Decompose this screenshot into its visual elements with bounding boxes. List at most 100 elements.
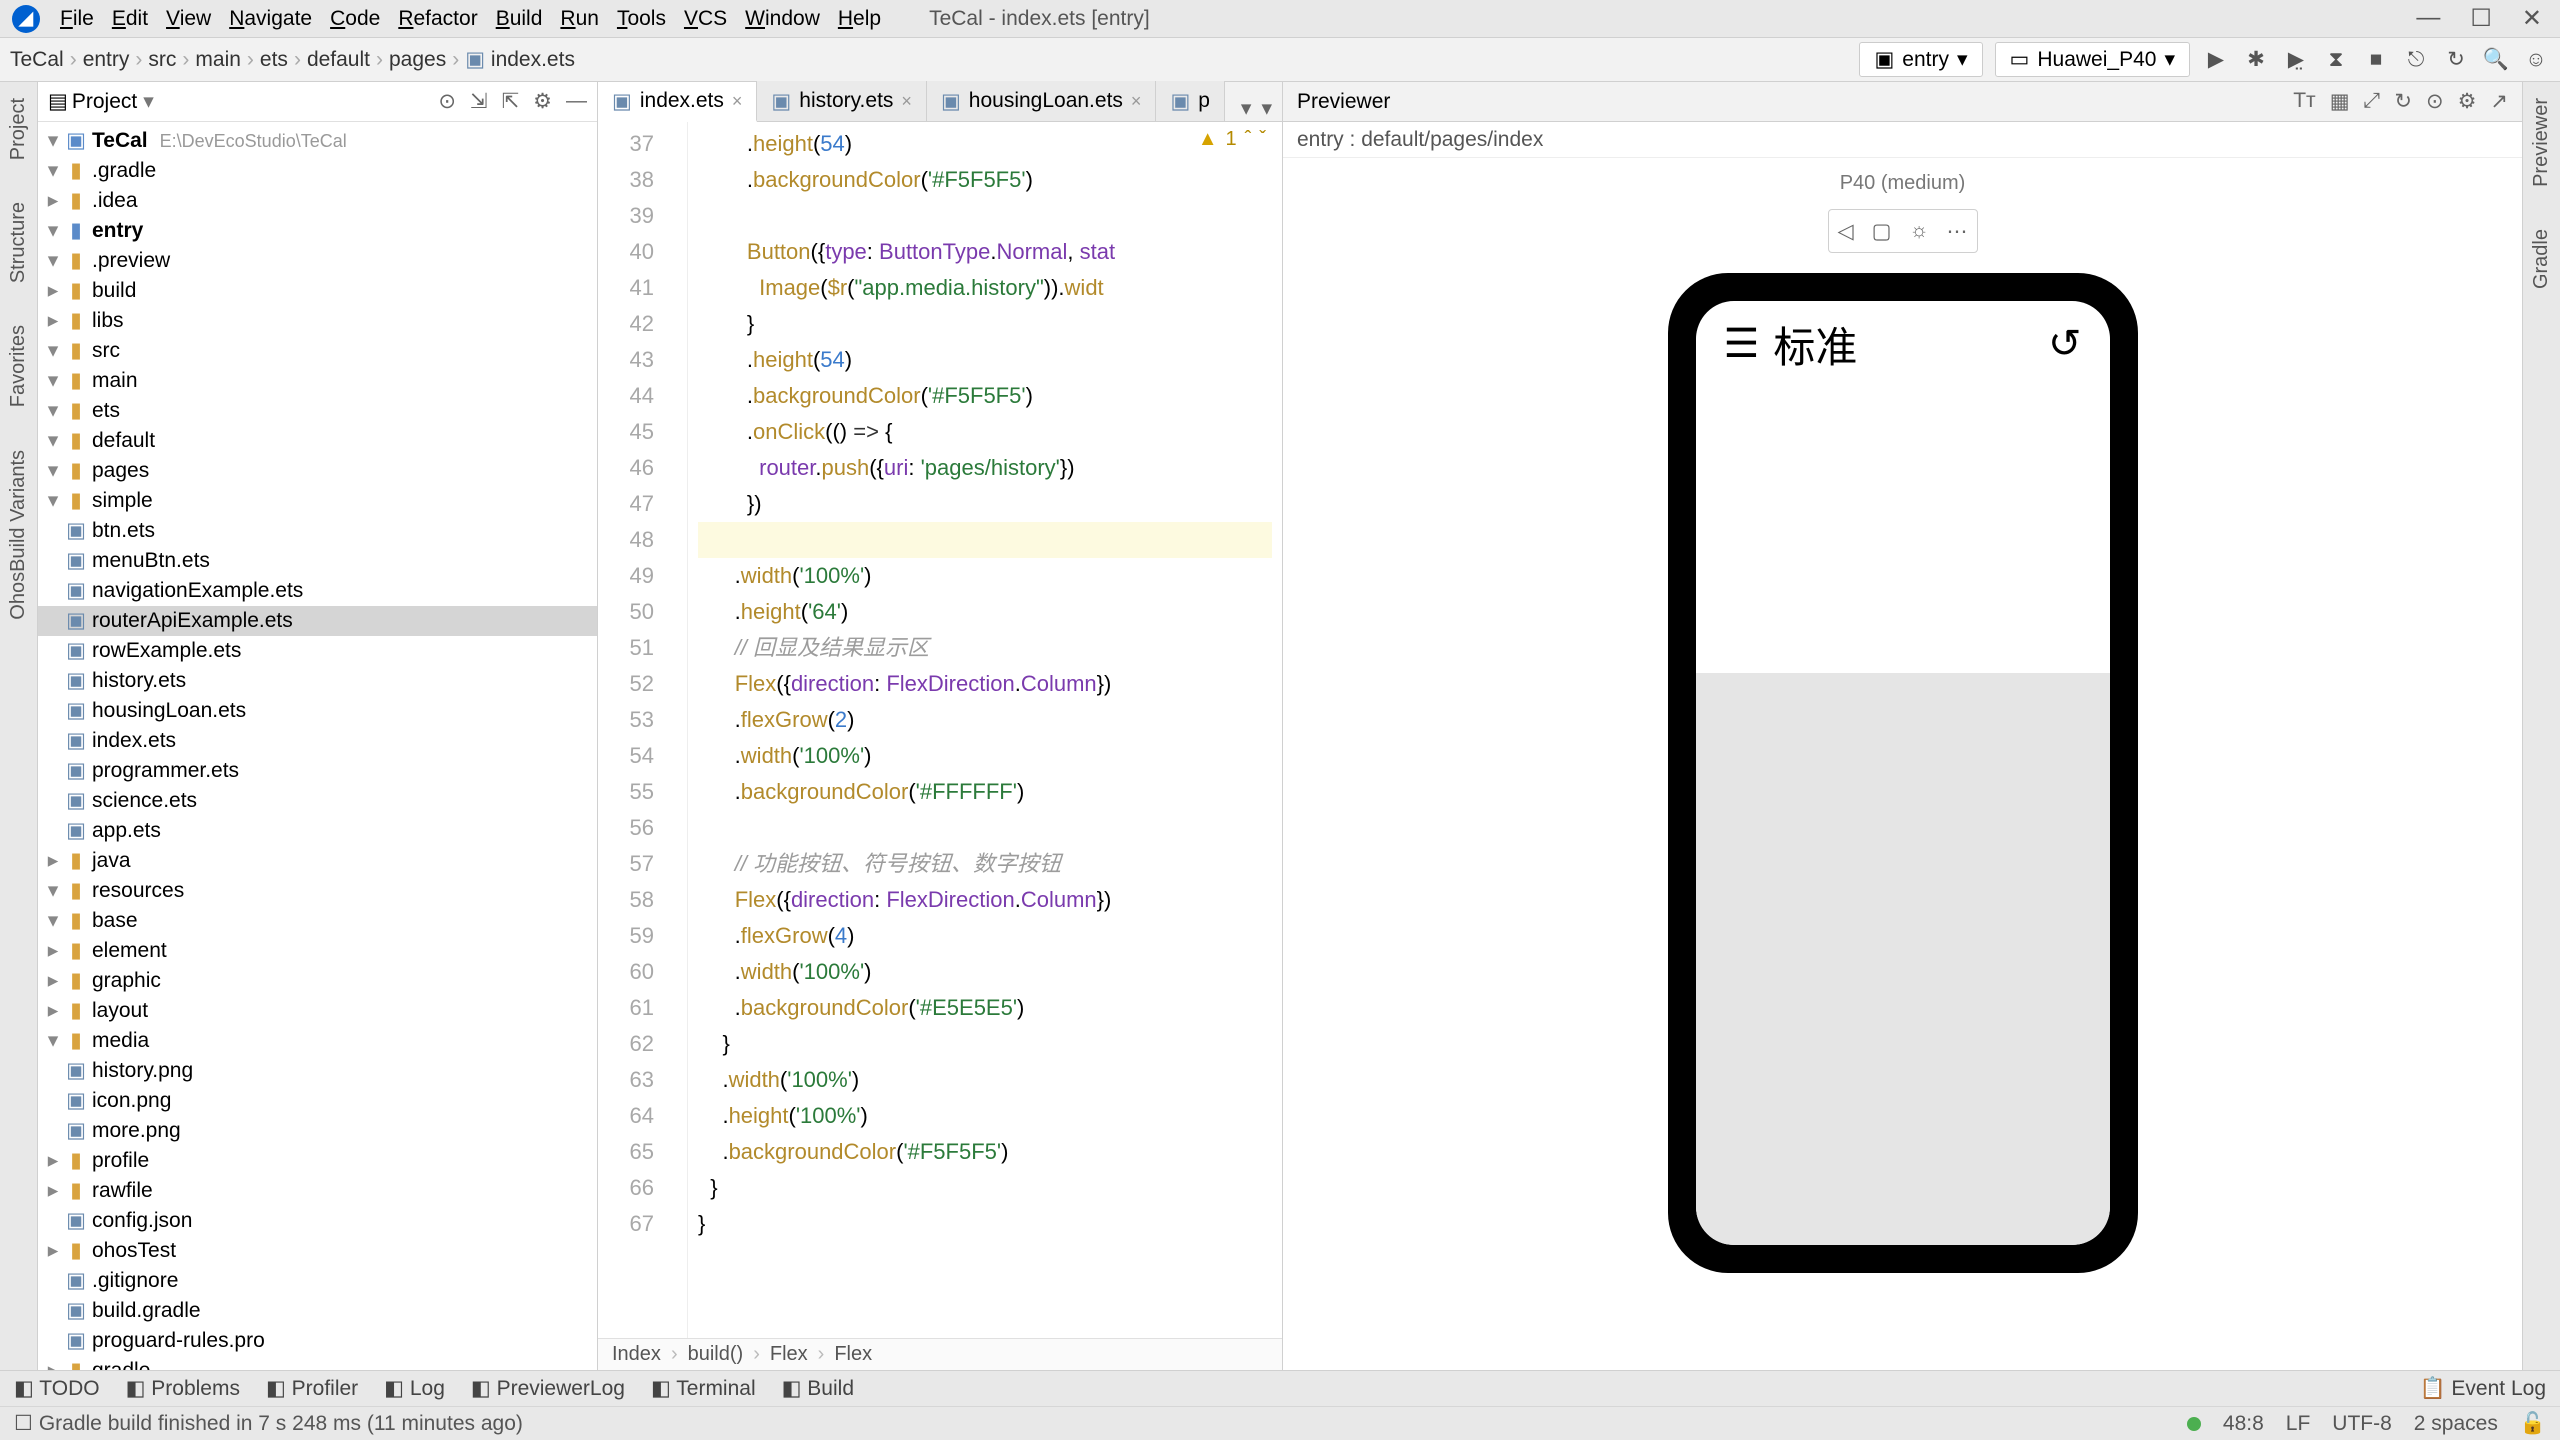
tree-file[interactable]: ▣routerApiExample.ets	[38, 606, 597, 636]
popout-icon[interactable]: ↗	[2490, 89, 2508, 114]
expand-icon[interactable]: ⤢	[2364, 89, 2381, 114]
back-icon[interactable]: ◁	[1837, 219, 1853, 244]
tree-file[interactable]: ▣programmer.ets	[38, 756, 597, 786]
tree-file[interactable]: ▣icon.png	[38, 1086, 597, 1116]
sync-icon[interactable]: ↻	[2442, 46, 2470, 74]
menu-code[interactable]: Code	[322, 5, 388, 33]
bottom-tool-problems[interactable]: ◧ Problems	[126, 1376, 240, 1401]
line-separator[interactable]: LF	[2286, 1412, 2311, 1436]
event-log-button[interactable]: 📋 Event Log	[2419, 1377, 2546, 1401]
menu-tools[interactable]: Tools	[609, 5, 674, 33]
tree-file[interactable]: ▣history.png	[38, 1056, 597, 1086]
tree-file[interactable]: ▣science.ets	[38, 786, 597, 816]
code-editor[interactable]: .height(54) .backgroundColor('#F5F5F5') …	[688, 122, 1282, 1338]
chevron-down-icon[interactable]: ▾	[143, 89, 154, 114]
tree-folder[interactable]: ▸▮profile	[38, 1146, 597, 1176]
menu-refactor[interactable]: Refactor	[390, 5, 485, 33]
tree-file[interactable]: ▣app.ets	[38, 816, 597, 846]
tree-folder[interactable]: ▸▮libs	[38, 306, 597, 336]
tree-folder[interactable]: ▸▮.idea	[38, 186, 597, 216]
tree-file[interactable]: ▣index.ets	[38, 726, 597, 756]
stop-icon[interactable]: ■	[2362, 46, 2390, 74]
run-icon[interactable]: ▶	[2202, 46, 2230, 74]
chevron-down-icon[interactable]: ▾	[1241, 96, 1252, 121]
menu-run[interactable]: Run	[552, 5, 607, 33]
user-icon[interactable]: ☺	[2522, 46, 2550, 74]
tool-window-favorites[interactable]: Favorites	[7, 319, 30, 413]
caret-position[interactable]: 48:8	[2223, 1412, 2264, 1436]
chevron-down-icon[interactable]: ▾	[1261, 96, 1272, 121]
tree-folder[interactable]: ▾▮default	[38, 426, 597, 456]
editor-breadcrumb-item[interactable]: Flex	[770, 1343, 808, 1366]
menu-icon[interactable]: ☰	[1724, 321, 1760, 367]
locate-icon[interactable]: ⊙	[2426, 89, 2444, 114]
menu-vcs[interactable]: VCS	[676, 5, 735, 33]
tree-file[interactable]: ▣.gitignore	[38, 1266, 597, 1296]
breadcrumb-item[interactable]: entry	[83, 48, 130, 72]
editor-tab[interactable]: ▣index.ets×	[598, 82, 757, 122]
tool-window-gradle[interactable]: Gradle	[2530, 223, 2553, 295]
bottom-tool-previewerlog[interactable]: ◧ PreviewerLog	[471, 1376, 625, 1401]
close-tab-icon[interactable]: ×	[901, 91, 912, 112]
menu-navigate[interactable]: Navigate	[221, 5, 320, 33]
editor-breadcrumb-item[interactable]: Flex	[834, 1343, 872, 1366]
tree-folder[interactable]: ▾▮resources	[38, 876, 597, 906]
tool-window-project[interactable]: Project	[7, 92, 30, 166]
tree-folder[interactable]: ▾▮media	[38, 1026, 597, 1056]
menu-view[interactable]: View	[158, 5, 219, 33]
run-config-dropdown[interactable]: ▣ entry ▾	[1859, 42, 1982, 77]
tree-file[interactable]: ▣more.png	[38, 1116, 597, 1146]
tree-folder[interactable]: ▸▮ohosTest	[38, 1236, 597, 1266]
debug-icon[interactable]: ✱	[2242, 46, 2270, 74]
tree-folder[interactable]: ▾▮ets	[38, 396, 597, 426]
tree-folder[interactable]: ▸▮layout	[38, 996, 597, 1026]
breadcrumb-item[interactable]: src	[148, 48, 176, 72]
settings-icon[interactable]: ⚙	[533, 89, 552, 114]
editor-tab[interactable]: ▣history.ets×	[757, 81, 927, 121]
locate-icon[interactable]: ⊙	[438, 89, 456, 114]
project-tree[interactable]: ▾▣TeCalE:\DevEcoStudio\TeCal▾▮.gradle▸▮.…	[38, 122, 597, 1370]
bottom-tool-log[interactable]: ◧ Log	[384, 1376, 445, 1401]
inspection-summary[interactable]: ▲ 1 ˆ ˇ	[1198, 128, 1266, 151]
bottom-tool-build[interactable]: ◧ Build	[782, 1376, 854, 1401]
tree-folder[interactable]: ▾▮base	[38, 906, 597, 936]
tree-file[interactable]: ▣proguard-rules.pro	[38, 1326, 597, 1356]
tree-folder[interactable]: ▾▮main	[38, 366, 597, 396]
menu-edit[interactable]: Edit	[104, 5, 156, 33]
menu-window[interactable]: Window	[737, 5, 828, 33]
hide-icon[interactable]: —	[566, 89, 587, 114]
close-tab-icon[interactable]: ×	[1131, 91, 1142, 112]
readonly-icon[interactable]: 🔓	[2520, 1412, 2546, 1436]
tree-folder[interactable]: ▾▮entry	[38, 216, 597, 246]
indent-config[interactable]: 2 spaces	[2414, 1412, 2498, 1436]
tree-folder[interactable]: ▸▮java	[38, 846, 597, 876]
tree-file[interactable]: ▣config.json	[38, 1206, 597, 1236]
tree-folder[interactable]: ▸▮element	[38, 936, 597, 966]
rotate-icon[interactable]: ▢	[1872, 219, 1892, 244]
tool-window-ohosbuild-variants[interactable]: OhosBuild Variants	[7, 444, 30, 626]
breadcrumb-item[interactable]: pages	[389, 48, 446, 72]
bottom-tool-terminal[interactable]: ◧ Terminal	[651, 1376, 756, 1401]
tree-file[interactable]: ▣housingLoan.ets	[38, 696, 597, 726]
breadcrumb-item[interactable]: ets	[260, 48, 288, 72]
bottom-tool-todo[interactable]: ◧ TODO	[14, 1376, 100, 1401]
grid-icon[interactable]: ▦	[2330, 89, 2350, 114]
breadcrumb-item[interactable]: TeCal	[10, 48, 64, 72]
tree-file[interactable]: ▣navigationExample.ets	[38, 576, 597, 606]
tree-folder[interactable]: ▾▮.preview	[38, 246, 597, 276]
tree-root[interactable]: ▾▣TeCalE:\DevEcoStudio\TeCal	[38, 126, 597, 156]
vcs-icon[interactable]: ⎋	[2402, 46, 2430, 74]
editor-tab[interactable]: ▣p	[1156, 81, 1225, 121]
tree-file[interactable]: ▣btn.ets	[38, 516, 597, 546]
tool-window-structure[interactable]: Structure	[7, 196, 30, 289]
breadcrumb-item[interactable]: main	[195, 48, 241, 72]
device-dropdown[interactable]: ▭ Huawei_P40 ▾	[1995, 42, 2190, 77]
profile-icon[interactable]: ⧗	[2322, 46, 2350, 74]
breadcrumb-item[interactable]: default	[307, 48, 370, 72]
breadcrumb-item[interactable]: ▣ index.ets	[465, 47, 575, 72]
tree-file[interactable]: ▣menuBtn.ets	[38, 546, 597, 576]
maximize-icon[interactable]: ☐	[2470, 4, 2492, 33]
tree-file[interactable]: ▣build.gradle	[38, 1296, 597, 1326]
editor-breadcrumb-item[interactable]: build()	[688, 1343, 744, 1366]
menu-help[interactable]: Help	[830, 5, 889, 33]
